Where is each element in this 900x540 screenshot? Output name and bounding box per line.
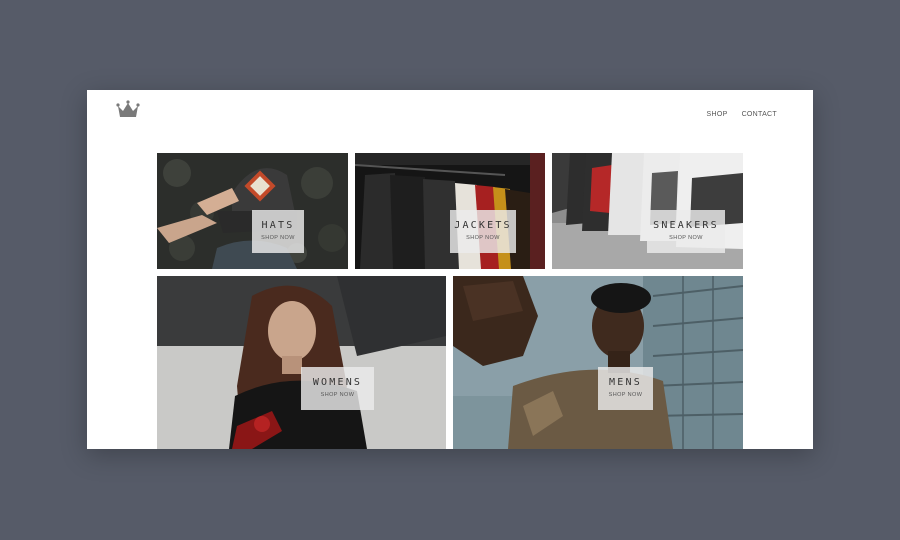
- sneakers-label[interactable]: SNEAKERS SHOP NOW: [647, 210, 725, 253]
- hats-tile[interactable]: HATS SHOP NOW: [157, 153, 348, 269]
- mens-tile[interactable]: MENS SHOP NOW: [453, 276, 743, 449]
- mens-label[interactable]: MENS SHOP NOW: [598, 367, 653, 410]
- womens-title: WOMENS: [312, 377, 363, 388]
- jackets-tile[interactable]: JACKETS SHOP NOW: [355, 153, 545, 269]
- sneakers-tile[interactable]: SNEAKERS SHOP NOW: [552, 153, 743, 269]
- hats-title: HATS: [261, 220, 295, 231]
- sneakers-shop-now[interactable]: SHOP NOW: [647, 235, 725, 241]
- crown-icon[interactable]: [115, 98, 141, 120]
- sneakers-title: SNEAKERS: [653, 220, 719, 231]
- hats-shop-now[interactable]: SHOP NOW: [252, 235, 304, 241]
- jackets-label[interactable]: JACKETS SHOP NOW: [450, 210, 516, 253]
- nav-shop-link[interactable]: SHOP: [707, 111, 728, 118]
- womens-shop-now[interactable]: SHOP NOW: [301, 392, 374, 398]
- womens-label[interactable]: WOMENS SHOP NOW: [301, 367, 374, 410]
- mens-photo: [453, 276, 743, 449]
- womens-tile[interactable]: WOMENS SHOP NOW: [157, 276, 446, 449]
- nav-contact-link[interactable]: CONTACT: [742, 111, 777, 118]
- main-nav: SHOP CONTACT: [707, 111, 777, 118]
- mens-shop-now[interactable]: SHOP NOW: [598, 392, 653, 398]
- jackets-shop-now[interactable]: SHOP NOW: [450, 235, 516, 241]
- mens-title: MENS: [609, 377, 642, 388]
- womens-photo: [157, 276, 446, 449]
- hats-label[interactable]: HATS SHOP NOW: [252, 210, 304, 253]
- jackets-title: JACKETS: [454, 220, 512, 231]
- page-frame: SHOP CONTACT HATS SHOP NOW JACKETS SHOP …: [87, 90, 813, 449]
